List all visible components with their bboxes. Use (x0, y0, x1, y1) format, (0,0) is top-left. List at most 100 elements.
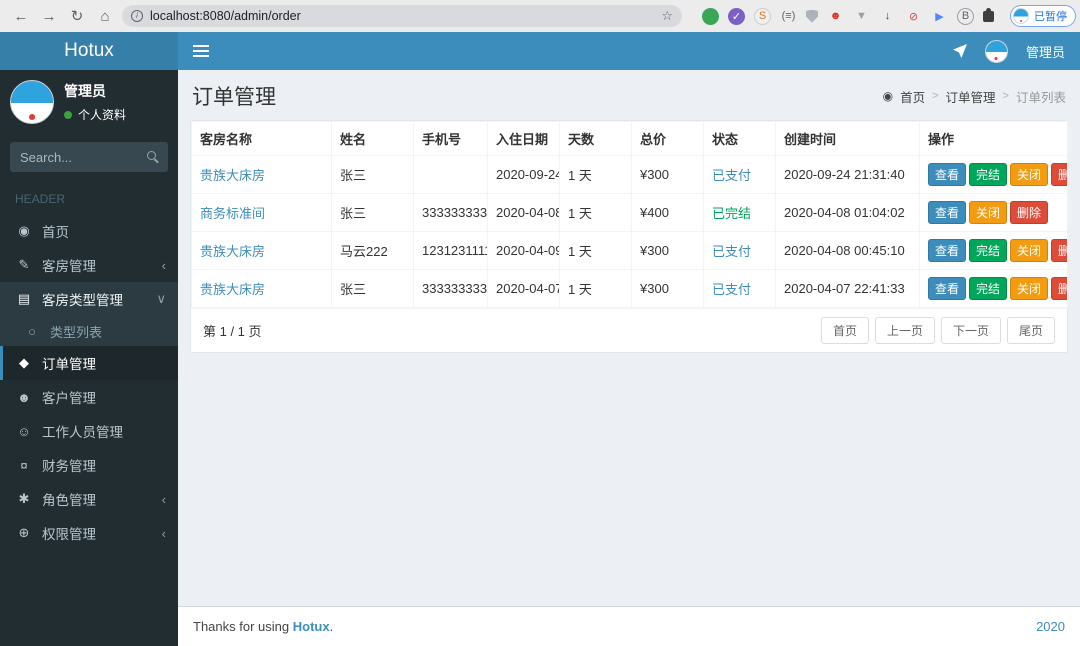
adblock-icon[interactable] (702, 7, 719, 25)
paused-profile-chip[interactable]: 已暂停 (1010, 5, 1076, 27)
close-button[interactable]: 关闭 (1010, 277, 1049, 300)
view-button[interactable]: 查看 (928, 239, 967, 262)
bookmark-star-icon[interactable]: ☆ (661, 8, 673, 24)
v-arrow-icon[interactable]: ▼ (853, 8, 870, 25)
check-badge-icon[interactable]: ✓ (728, 7, 745, 25)
sidebar-item-label: 角色管理 (42, 493, 96, 508)
download-icon[interactable]: ↓ (879, 8, 896, 25)
org-people-icon[interactable]: ☻ (827, 8, 844, 25)
view-button[interactable]: 查看 (928, 277, 967, 300)
breadcrumb-home[interactable]: 首页 (900, 87, 925, 106)
equals-paren-icon[interactable]: (≡) (780, 8, 797, 25)
sidebar-item-staff-management[interactable]: ☺ 工作人员管理 (0, 414, 178, 448)
cell-days: 1 天 (559, 193, 632, 232)
footer-brand-link[interactable]: Hotux (293, 619, 330, 634)
cell-created-time: 2020-04-07 22:41:33 (775, 269, 920, 308)
puzzle-icon[interactable] (983, 7, 994, 22)
finish-button[interactable]: 完结 (969, 163, 1008, 186)
paused-chip-avatar (1013, 8, 1029, 24)
navbar-right: 管理员 (952, 39, 1065, 63)
brand-logo[interactable]: Hotux (0, 32, 178, 70)
navbar-main: 管理员 (178, 32, 1080, 70)
role-management-icon: ✱ (18, 491, 30, 506)
b-badge-icon[interactable]: B (957, 7, 974, 25)
finish-button[interactable]: 完结 (969, 239, 1008, 262)
close-button[interactable]: 关闭 (969, 201, 1008, 224)
sidebar-item-order-management[interactable]: ◆ 订单管理 (0, 346, 178, 380)
room-link[interactable]: 商务标准间 (200, 206, 265, 221)
table-row: 贵族大床房 张三 2020-09-24 1 天 ¥300 已支付 2020-09-24 21… (191, 155, 1068, 194)
footer-suffix: . (329, 619, 334, 634)
delete-button[interactable]: 删除 (1010, 201, 1049, 224)
cell-guest-name: 张三 (331, 269, 414, 308)
finance-management-icon: ¤ (20, 457, 28, 473)
sidebar-item-label: 财务管理 (42, 459, 96, 474)
play-icon[interactable]: ▶ (931, 8, 948, 25)
delete-button[interactable]: 删除 (1051, 277, 1067, 300)
pagination-prev-button[interactable]: 上一页 (874, 317, 935, 344)
sidebar-item-room-type-management[interactable]: ▤ 客房类型管理 ∨ (0, 282, 178, 316)
sidebar-item-permission-management[interactable]: ⊕ 权限管理 ‹ (0, 516, 178, 550)
close-button[interactable]: 关闭 (1010, 163, 1049, 186)
reload-icon[interactable]: ↻ (66, 7, 88, 25)
view-button[interactable]: 查看 (928, 163, 967, 186)
cell-total-price: ¥400 (631, 193, 704, 232)
profile-link-label: 个人资料 (78, 108, 127, 122)
sidebar-search-form (10, 142, 168, 172)
cell-total-price: ¥300 (631, 155, 704, 194)
sidebar-user-status[interactable]: 个人资料 (64, 106, 126, 123)
sidebar-item-room-management[interactable]: ✎ 客房管理 ‹ (0, 248, 178, 282)
address-bar[interactable]: i localhost:8080/admin/order ☆ (122, 5, 682, 27)
sidebar-user-avatar[interactable] (10, 80, 54, 124)
table-row: 贵族大床房 张三333333333332020-04-071 天¥300 已支付 20… (191, 269, 1068, 308)
cell-actions: 查看 关闭 删除 (919, 193, 1068, 232)
sidebar-item-role-management[interactable]: ✱ 角色管理 ‹ (0, 482, 178, 516)
back-icon[interactable]: ← (10, 8, 32, 25)
s-badge-icon[interactable]: S (754, 7, 771, 25)
room-link[interactable]: 贵族大床房 (200, 168, 265, 183)
content-header: 订单管理 ◉ 首页 > 订单管理 > 订单列表 (178, 70, 1080, 120)
sidebar-item-type-list[interactable]: ○ 类型列表 (0, 316, 178, 346)
close-button[interactable]: 关闭 (1010, 239, 1049, 262)
cell-phone: 33333333333 (413, 193, 488, 232)
send-icon[interactable] (952, 44, 967, 58)
shield-icon[interactable] (806, 9, 818, 23)
block-icon[interactable]: ⊘ (905, 8, 922, 25)
sidebar-item-customer-management[interactable]: ☻ 客户管理 (0, 380, 178, 414)
cell-checkin-date: 2020-09-24 (487, 155, 560, 194)
room-link[interactable]: 贵族大床房 (200, 282, 265, 297)
view-button[interactable]: 查看 (928, 201, 967, 224)
forward-icon[interactable]: → (38, 8, 60, 25)
chevron-down-icon: ∨ (156, 291, 166, 306)
sidebar-item-label: 类型列表 (50, 324, 103, 340)
search-button[interactable] (138, 142, 168, 172)
navbar-user-avatar[interactable] (984, 39, 1008, 63)
url-text: localhost:8080/admin/order (150, 9, 301, 23)
cell-phone (413, 155, 488, 194)
search-input[interactable] (10, 149, 138, 165)
breadcrumb-order-list: 订单列表 (1015, 90, 1066, 105)
navbar-user-name[interactable]: 管理员 (1026, 42, 1065, 61)
room-link[interactable]: 贵族大床房 (200, 244, 265, 259)
pagination-last-button[interactable]: 尾页 (1006, 317, 1055, 344)
pagination-next-button[interactable]: 下一页 (940, 317, 1001, 344)
delete-button[interactable]: 删除 (1051, 163, 1067, 186)
delete-button[interactable]: 删除 (1051, 239, 1067, 262)
sidebar-toggle-icon[interactable] (193, 45, 209, 57)
breadcrumb-order-management[interactable]: 订单管理 (946, 87, 996, 106)
table-header-row: 客房名称 姓名 手机号 入住日期 天数 总价 状态 创建时间 操作 (191, 121, 1068, 156)
column-header: 状态 (703, 121, 776, 156)
sidebar-item-label: 首页 (42, 225, 69, 240)
site-info-icon[interactable]: i (131, 10, 143, 22)
cell-status: 已支付 (703, 269, 776, 308)
cell-created-time: 2020-04-08 01:04:02 (775, 193, 920, 232)
finish-button[interactable]: 完结 (969, 277, 1008, 300)
room-management-icon: ✎ (18, 257, 30, 272)
home-icon[interactable]: ⌂ (94, 8, 116, 25)
pager: 首页 上一页 下一页 尾页 (820, 317, 1055, 344)
brand-text: Hotux (64, 40, 114, 61)
sidebar-item-finance-management[interactable]: ¤ 财务管理 (0, 448, 178, 482)
pagination-first-button[interactable]: 首页 (820, 317, 869, 344)
column-header: 总价 (631, 121, 704, 156)
sidebar-item-home[interactable]: ◉ 首页 (0, 214, 178, 248)
